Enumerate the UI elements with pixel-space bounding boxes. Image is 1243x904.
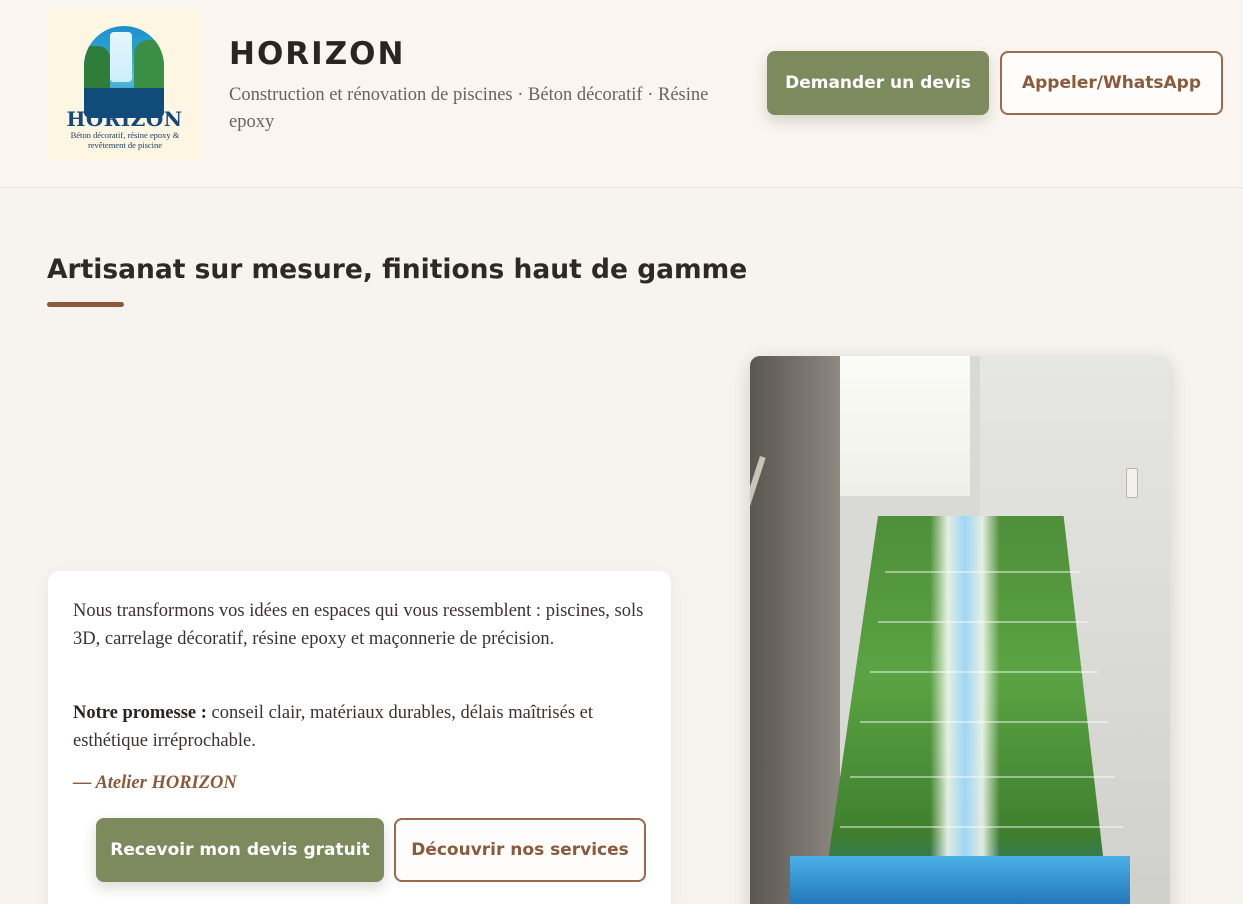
free-quote-button[interactable]: Recevoir mon devis gratuit [96,818,384,882]
logo-tagline: Béton décoratif, résine epoxy & revêteme… [70,130,180,150]
request-quote-button[interactable]: Demander un devis [767,51,989,115]
promise-label: Notre promesse : [73,703,207,723]
signature: — Atelier HORIZON [73,773,237,793]
site-header: HORIZON Béton décoratif, résine epoxy & … [0,0,1243,188]
discover-services-button[interactable]: Découvrir nos services [394,818,646,882]
logo-wordmark: HORIZON [66,107,183,131]
call-whatsapp-button[interactable]: Appeler/WhatsApp [1000,51,1223,115]
title-underline [47,302,124,307]
waterfall-logo-icon [84,26,164,118]
brand-logo[interactable]: HORIZON Béton décoratif, résine epoxy & … [48,10,201,161]
section-title: Artisanat sur mesure, finitions haut de … [47,254,748,285]
waterfall-3d-staircase-photo [750,356,1170,904]
promise-paragraph: Notre promesse : conseil clair, matériau… [73,699,653,755]
intro-paragraph: Nous transformons vos idées en espaces q… [73,601,644,649]
brand-subtitle: Construction et rénovation de piscines ·… [229,85,709,132]
brand-title: HORIZON [229,36,406,72]
